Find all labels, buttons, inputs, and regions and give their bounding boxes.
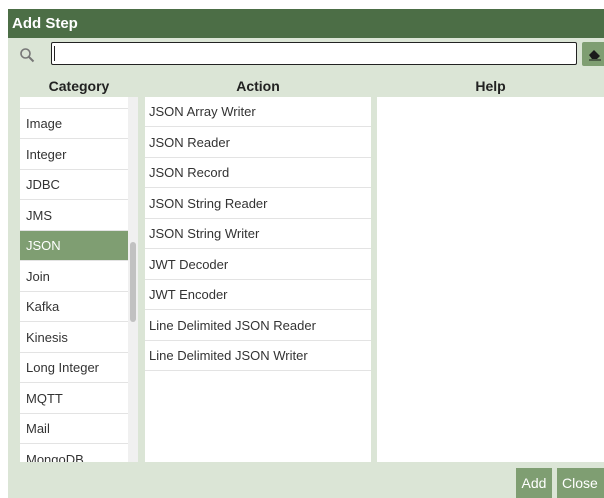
category-item[interactable]: Kinesis [20,323,128,353]
close-button[interactable]: Close [557,468,604,498]
action-item[interactable]: JSON Reader [145,128,371,158]
action-item[interactable]: JSON Record [145,158,371,188]
category-item[interactable]: Long Integer [20,353,128,383]
category-item[interactable]: JSON [20,231,128,261]
action-column-header: Action [236,78,280,94]
category-scrollbar[interactable] [128,97,138,462]
category-item[interactable]: Mail [20,414,128,444]
search-row [8,38,604,75]
category-column-header: Category [48,78,110,94]
category-item[interactable]: JMS [20,201,128,231]
category-item[interactable]: Integer [20,140,128,170]
text-caret [54,46,55,61]
add-step-dialog: Add Step Category Action Help Image Integ… [8,9,604,498]
action-item[interactable]: JWT Encoder [145,280,371,310]
category-scroll-thumb[interactable] [130,242,136,322]
list-divider [20,108,128,109]
category-item[interactable]: Kafka [20,292,128,322]
action-list[interactable]: JSON Array Writer JSON Reader JSON Record J… [145,97,371,462]
category-list[interactable]: Image Integer JDBC JMS JSON Join Kafka Kinesis L… [20,97,128,462]
action-item[interactable]: JSON Array Writer [145,97,371,127]
search-icon [19,47,35,63]
action-item[interactable]: JSON String Reader [145,189,371,219]
category-item[interactable]: MQTT [20,384,128,414]
action-item[interactable]: Line Delimited JSON Writer [145,341,371,371]
category-item[interactable]: Image [20,109,128,139]
add-button[interactable]: Add [516,468,552,498]
category-item[interactable]: Join [20,262,128,292]
action-item[interactable]: Line Delimited JSON Reader [145,311,371,341]
action-item[interactable]: JWT Decoder [145,250,371,280]
category-item[interactable]: JDBC [20,170,128,200]
category-item[interactable]: MongoDB [20,445,128,463]
dialog-title: Add Step [8,9,604,38]
help-panel [377,97,604,462]
help-column-header: Help [475,78,506,94]
clear-search-button[interactable] [582,42,604,66]
action-item[interactable]: JSON String Writer [145,219,371,249]
search-input[interactable] [51,42,577,65]
eraser-icon [589,50,601,61]
